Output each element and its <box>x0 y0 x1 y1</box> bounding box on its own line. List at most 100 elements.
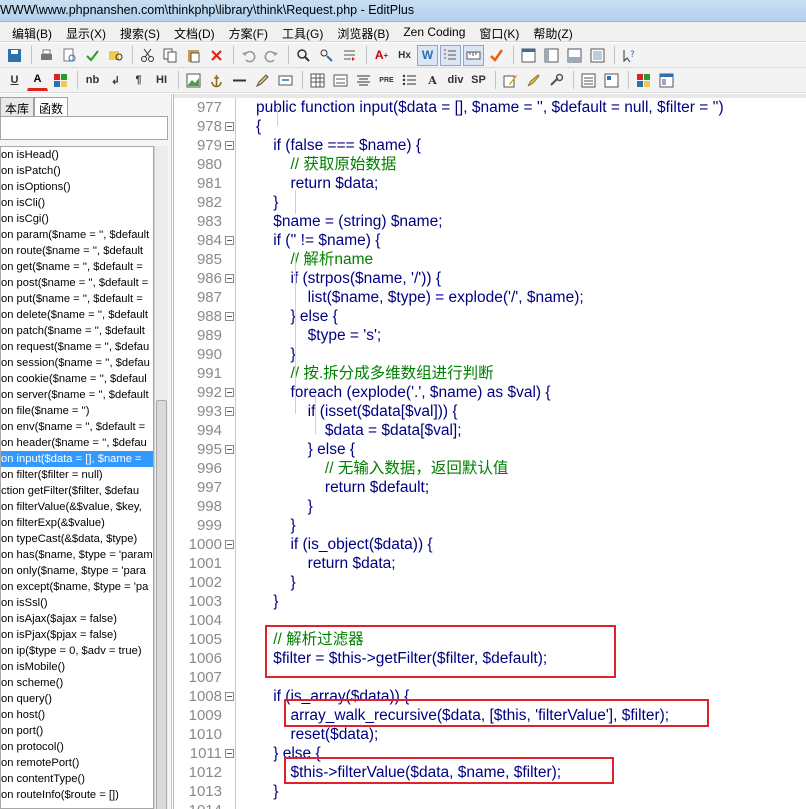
function-list-item[interactable]: on except($name, $type = 'pa <box>1 579 153 595</box>
ruler-icon[interactable] <box>463 44 484 66</box>
function-list[interactable]: on isHead() on isPatch() on isOptions() on … <box>0 146 154 809</box>
function-list-item[interactable]: on server($name = '', $default <box>1 387 153 403</box>
menu-item[interactable]: 搜索(S) <box>113 22 167 41</box>
function-list-item[interactable]: on env($name = '', $default = <box>1 419 153 435</box>
horizontal-rule-icon[interactable] <box>229 70 250 91</box>
center-icon[interactable] <box>353 70 374 91</box>
fold-toggle-icon[interactable] <box>225 236 234 245</box>
function-list-item[interactable]: on only($name, $type = 'para <box>1 563 153 579</box>
pencil-icon[interactable] <box>252 70 273 91</box>
function-list-item[interactable]: on isHead() <box>1 147 153 163</box>
function-list-item[interactable]: on file($name = '') <box>1 403 153 419</box>
fold-toggle-icon[interactable] <box>225 445 234 454</box>
menu-item[interactable]: 工具(G) <box>275 22 330 41</box>
span-icon[interactable]: SP <box>468 70 489 91</box>
cut-icon[interactable] <box>137 45 158 66</box>
function-list-item[interactable]: on session($name = '', $defau <box>1 355 153 371</box>
cliptext-icon[interactable] <box>518 45 539 66</box>
uppercase-a-icon[interactable]: A <box>422 70 443 91</box>
function-list-item[interactable]: on param($name = '', $default <box>1 227 153 243</box>
underline-icon[interactable]: U <box>4 70 25 91</box>
print-preview-icon[interactable] <box>59 45 80 66</box>
menu-item[interactable]: 方案(F) <box>222 22 275 41</box>
function-list-item[interactable]: on filterValue(&$value, $key, <box>1 499 153 515</box>
paragraph-icon[interactable]: ¶ <box>128 70 149 91</box>
redo-icon[interactable] <box>261 45 282 66</box>
goto-line-icon[interactable] <box>339 45 360 66</box>
line-number-icon[interactable] <box>440 44 461 66</box>
function-list-item[interactable]: on host() <box>1 707 153 723</box>
menu-item[interactable]: 帮助(Z) <box>526 22 579 41</box>
menu-item[interactable]: 文档(D) <box>167 22 222 41</box>
function-list-item[interactable]: on ip($type = 0, $adv = true) <box>1 643 153 659</box>
function-list-item[interactable]: on scheme() <box>1 675 153 691</box>
browser-icon[interactable] <box>633 70 654 91</box>
list-icon[interactable] <box>399 70 420 91</box>
function-list-item[interactable]: on delete($name = '', $default <box>1 307 153 323</box>
scrollbar-thumb[interactable] <box>156 400 167 809</box>
fold-toggle-icon[interactable] <box>225 540 234 549</box>
fold-toggle-icon[interactable] <box>225 274 234 283</box>
break-icon[interactable]: ↲ <box>105 70 126 91</box>
save-icon[interactable] <box>4 45 25 66</box>
fold-toggle-icon[interactable] <box>225 749 234 758</box>
function-list-item[interactable]: on isCli() <box>1 195 153 211</box>
menu-item[interactable]: 浏览器(B) <box>330 22 396 41</box>
function-list-item[interactable]: on isMobile() <box>1 659 153 675</box>
output-window-icon[interactable] <box>564 45 585 66</box>
fullscreen-icon[interactable] <box>587 45 608 66</box>
function-list-item[interactable]: on isCgi() <box>1 211 153 227</box>
function-list-item[interactable]: on put($name = '', $default = <box>1 291 153 307</box>
function-list-item[interactable]: on patch($name = '', $default <box>1 323 153 339</box>
font-icon[interactable]: A + <box>371 45 392 66</box>
function-list-item[interactable]: on filterExp(&$value) <box>1 515 153 531</box>
check-icon[interactable] <box>486 45 507 66</box>
nbsp-icon[interactable]: nb <box>82 70 103 91</box>
fold-toggle-icon[interactable] <box>225 407 234 416</box>
edit-icon[interactable] <box>500 70 521 91</box>
fold-toggle-icon[interactable] <box>225 312 234 321</box>
replace-icon[interactable] <box>316 45 337 66</box>
function-list-item[interactable]: on isAjax($ajax = false) <box>1 611 153 627</box>
menu-item[interactable]: 显示(X) <box>59 22 113 41</box>
fold-toggle-icon[interactable] <box>225 692 234 701</box>
function-list-item[interactable]: on typeCast(&$data, $type) <box>1 531 153 547</box>
menu-item[interactable]: 窗口(K) <box>472 22 526 41</box>
pen-icon[interactable] <box>523 70 544 91</box>
fold-toggle-icon[interactable] <box>225 122 234 131</box>
font-color-icon[interactable]: A <box>27 70 48 91</box>
form-icon[interactable] <box>330 70 351 91</box>
undo-icon[interactable] <box>238 45 259 66</box>
function-list-item[interactable]: on filter($filter = null) <box>1 467 153 483</box>
image-icon[interactable] <box>183 70 204 91</box>
fold-toggle-icon[interactable] <box>225 388 234 397</box>
function-list-item[interactable]: on port() <box>1 723 153 739</box>
pre-icon[interactable]: PRE <box>376 70 397 91</box>
tab-functions[interactable]: 函数 <box>34 97 69 116</box>
hex-view-icon[interactable]: Hx <box>394 45 415 66</box>
directory-icon[interactable] <box>541 45 562 66</box>
copy-icon[interactable] <box>160 45 181 66</box>
word-wrap-icon[interactable]: W <box>417 44 438 66</box>
paste-icon[interactable] <box>183 45 204 66</box>
function-list-item[interactable]: on protocol() <box>1 739 153 755</box>
view-detail-icon[interactable] <box>601 70 622 91</box>
function-list-item[interactable]: on input($data = [], $name = <box>1 451 153 467</box>
function-list-item[interactable]: on cookie($name = '', $defaul <box>1 371 153 387</box>
div-icon[interactable]: div <box>445 70 466 91</box>
tools-icon[interactable] <box>546 70 567 91</box>
help-icon[interactable]: ? <box>619 45 640 66</box>
delete-icon[interactable] <box>206 45 227 66</box>
insert-icon[interactable] <box>275 70 296 91</box>
function-list-item[interactable]: on post($name = '', $default = <box>1 275 153 291</box>
anchor-icon[interactable] <box>206 70 227 91</box>
find-files-icon[interactable] <box>105 45 126 66</box>
function-list-item[interactable]: on remotePort() <box>1 755 153 771</box>
function-list-item[interactable]: ction getFilter($filter, $defau <box>1 483 153 499</box>
menu-item[interactable]: Zen Coding <box>396 22 472 41</box>
function-list-item[interactable]: on header($name = '', $defau <box>1 435 153 451</box>
preview-icon[interactable] <box>656 70 677 91</box>
function-list-item[interactable]: on isPjax($pjax = false) <box>1 627 153 643</box>
function-list-item[interactable]: on contentType() <box>1 771 153 787</box>
function-list-item[interactable]: on query() <box>1 691 153 707</box>
